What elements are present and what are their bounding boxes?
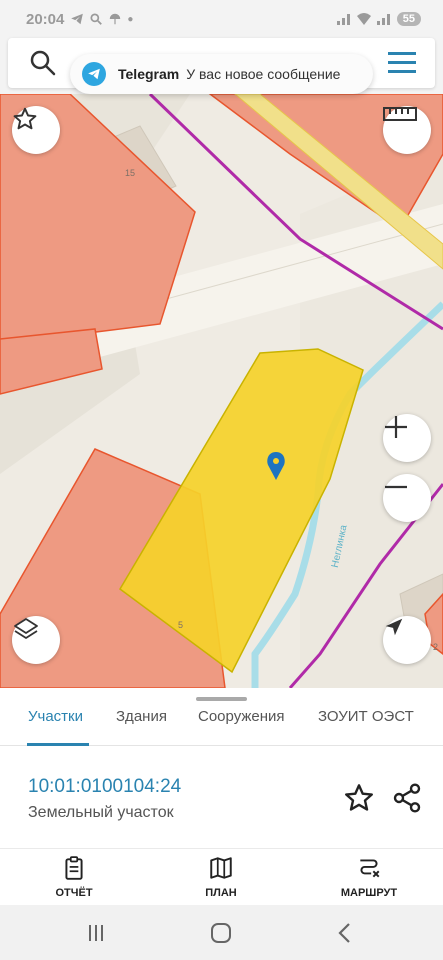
report-label: ОТЧЁТ [55, 887, 93, 899]
tab-parcels[interactable]: Участки [28, 708, 83, 725]
star-icon [13, 107, 37, 130]
tab-structures[interactable]: Сооружения [198, 708, 285, 725]
map-canvas[interactable]: 15 5 2 Неглинка [0, 94, 443, 688]
search-icon[interactable] [28, 48, 58, 78]
map-view[interactable]: 15 5 2 Неглинка [0, 94, 443, 688]
telegram-status-icon [71, 13, 84, 25]
ruler-button[interactable] [383, 106, 431, 154]
action-bar: ОТЧЁТ ПЛАН МАРШРУТ [0, 848, 443, 905]
status-bar: 20:04 ● 55 [0, 0, 443, 38]
route-label: МАРШРУТ [340, 887, 398, 899]
parcel-type: Земельный участок [28, 804, 174, 821]
zoom-out-button[interactable] [383, 474, 431, 522]
zoom-out-icon [385, 485, 407, 489]
parcel-info[interactable]: 10:01:0100104:24 Земельный участок [0, 746, 443, 848]
report-button[interactable]: ОТЧЁТ [29, 855, 119, 899]
location-arrow-icon [385, 618, 403, 636]
building-label-5: 5 [178, 620, 183, 630]
search-status-icon [90, 13, 103, 25]
status-time: 20:04 [26, 10, 65, 28]
zoom-in-icon [385, 416, 407, 438]
map-plan-icon [210, 857, 232, 879]
recent-apps-icon[interactable] [82, 919, 110, 947]
ruler-icon [383, 107, 417, 121]
weather-status-icon [110, 13, 121, 25]
sheet-grabber[interactable] [196, 697, 247, 701]
cadastral-number[interactable]: 10:01:0100104:24 [28, 776, 181, 798]
route-icon [360, 859, 380, 878]
zoom-in-button[interactable] [383, 414, 431, 462]
home-icon[interactable] [207, 919, 235, 947]
notification-message: У вас новое сообщение [186, 66, 341, 82]
favorite-star-icon[interactable] [343, 782, 375, 814]
back-icon[interactable] [331, 919, 359, 947]
tab-zouit[interactable]: ЗОУИТ ОЭСТ [318, 708, 414, 725]
telegram-icon [82, 62, 106, 86]
share-icon[interactable] [391, 782, 423, 814]
telegram-notification[interactable]: Telegram У вас новое сообщение [70, 54, 373, 94]
building-label-2: 2 [433, 642, 438, 652]
route-button[interactable]: МАРШРУТ [324, 855, 414, 899]
layers-button[interactable] [12, 616, 60, 664]
object-tabs: Участки Здания Сооружения ЗОУИТ ОЭСТ [0, 702, 443, 746]
my-location-button[interactable] [383, 616, 431, 664]
dot-icon: ● [127, 13, 134, 25]
report-icon [65, 856, 83, 880]
signal-icon-2 [376, 14, 390, 25]
tab-buildings[interactable]: Здания [116, 708, 167, 725]
wifi-icon [356, 13, 371, 25]
plan-label: ПЛАН [205, 887, 237, 899]
notification-app: Telegram [118, 66, 180, 82]
favorites-button[interactable] [12, 106, 60, 154]
battery-icon: 55 [396, 12, 421, 26]
menu-icon[interactable] [387, 50, 417, 76]
building-label-15: 15 [125, 168, 135, 178]
system-nav-bar [0, 905, 443, 960]
signal-icon [336, 14, 350, 25]
layers-icon [14, 618, 38, 639]
plan-button[interactable]: ПЛАН [176, 855, 266, 899]
